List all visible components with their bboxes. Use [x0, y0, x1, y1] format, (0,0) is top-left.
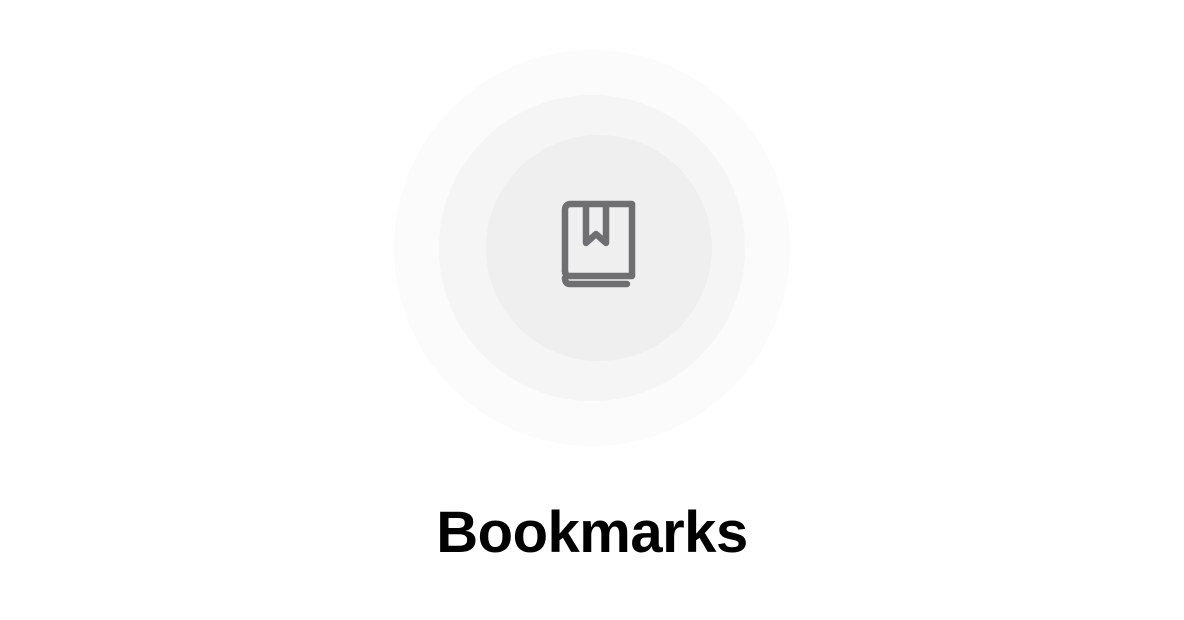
page-title: Bookmarks — [436, 500, 748, 565]
empty-state-panel: Bookmarks — [0, 0, 1184, 620]
bookmark-book-icon — [556, 200, 636, 296]
